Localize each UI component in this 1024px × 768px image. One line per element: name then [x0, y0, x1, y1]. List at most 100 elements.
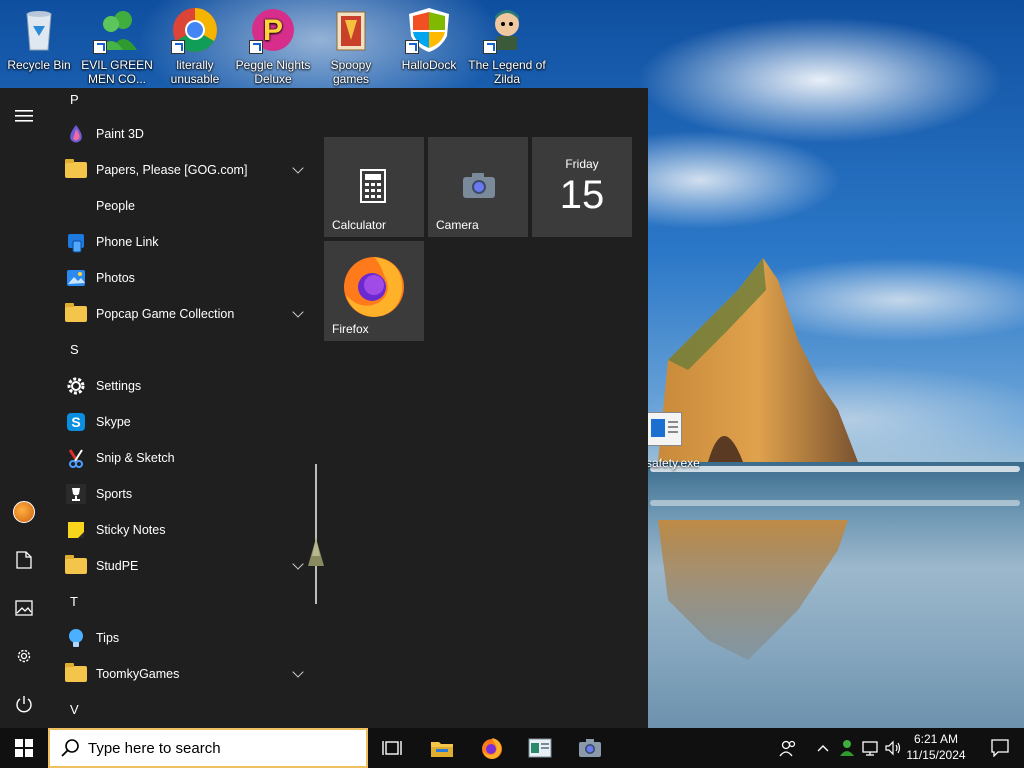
- desktop-icon-legend-of-zilda[interactable]: The Legend of Zilda: [468, 6, 546, 86]
- section-header-v[interactable]: V: [52, 692, 308, 728]
- app-paint-3d[interactable]: Paint 3D: [52, 116, 308, 152]
- app-sticky-notes[interactable]: Sticky Notes: [52, 512, 308, 548]
- application-window-icon: [528, 738, 552, 758]
- tile-calendar[interactable]: Friday 15: [532, 137, 632, 237]
- clock[interactable]: 6:21 AM 11/15/2024: [900, 731, 972, 763]
- start-rail: [0, 88, 48, 728]
- documents-button[interactable]: [0, 536, 48, 584]
- network-button[interactable]: [860, 728, 882, 768]
- section-header-s[interactable]: S: [52, 332, 308, 368]
- pictures-button[interactable]: [0, 584, 48, 632]
- app-label: Popcap Game Collection: [96, 307, 235, 321]
- desktop-icon-label: Spoopy games: [330, 58, 372, 86]
- app-photos[interactable]: Photos: [52, 260, 308, 296]
- desktop-icon-evil-green-men[interactable]: EVIL GREEN MEN CO...: [78, 6, 156, 86]
- taskbar-file-explorer[interactable]: [420, 728, 464, 768]
- start-button[interactable]: [0, 728, 48, 768]
- clock-time: 6:21 AM: [913, 732, 959, 746]
- desktop-icon-hallodock[interactable]: HalloDock: [390, 6, 468, 72]
- camera-icon: [463, 173, 495, 198]
- app-skype[interactable]: S Skype: [52, 404, 308, 440]
- task-view-button[interactable]: [372, 728, 412, 768]
- tile-firefox[interactable]: Firefox: [324, 241, 424, 341]
- tips-icon: [64, 626, 88, 650]
- network-icon: [862, 741, 878, 756]
- action-center-button[interactable]: [976, 728, 1024, 768]
- user-account-button[interactable]: [0, 488, 48, 536]
- chevron-down-icon[interactable]: [292, 306, 304, 318]
- desktop-icon-label: literally unusable: [170, 58, 220, 86]
- app-label: Photos: [96, 271, 135, 285]
- photos-icon: [64, 266, 88, 290]
- firefox-icon: [344, 257, 404, 317]
- chevron-down-icon[interactable]: [292, 666, 304, 678]
- desktop-icon-label: HalloDock: [401, 58, 457, 72]
- shortcut-arrow-icon: [249, 40, 263, 54]
- app-label: Phone Link: [96, 235, 159, 249]
- taskbar: 6:21 AM 11/15/2024: [0, 728, 1024, 768]
- desktop-icon-peggle-nights[interactable]: P Peggle Nights Deluxe: [234, 6, 312, 86]
- app-label: StudPE: [96, 559, 139, 573]
- app-papers-please-folder[interactable]: Papers, Please [GOG.com]: [52, 152, 308, 188]
- app-label: Snip & Sketch: [96, 451, 175, 465]
- desktop-icon-safety-exe[interactable]: safety.exe: [646, 412, 704, 470]
- clock-date: 11/15/2024: [906, 748, 966, 762]
- tile-camera[interactable]: Camera: [428, 137, 528, 237]
- cursor-sprite: [308, 538, 324, 566]
- app-people[interactable]: People: [52, 188, 308, 224]
- app-label: ToomkyGames: [96, 667, 180, 681]
- taskbar-firefox[interactable]: [470, 728, 514, 768]
- show-hidden-icons-button[interactable]: [812, 728, 834, 768]
- desktop-icon-label: Recycle Bin: [7, 58, 71, 72]
- calendar-date: 15: [559, 173, 605, 217]
- green-people-icon: [840, 740, 854, 756]
- recycle-bin-icon: [15, 6, 63, 54]
- hamburger-icon: [15, 110, 33, 122]
- power-button[interactable]: [0, 680, 48, 728]
- calculator-icon: [360, 169, 386, 203]
- desktop-icon-label: safety.exe: [646, 456, 700, 470]
- folder-icon: [64, 662, 88, 686]
- taskbar-camera[interactable]: [568, 728, 612, 768]
- app-studpe-folder[interactable]: StudPE: [52, 548, 308, 584]
- shortcut-arrow-icon: [483, 40, 497, 54]
- power-icon: [16, 696, 32, 713]
- settings-button[interactable]: [0, 632, 48, 680]
- task-view-icon: [382, 741, 402, 755]
- app-snip-sketch[interactable]: Snip & Sketch: [52, 440, 308, 476]
- section-header-t[interactable]: T: [52, 584, 308, 620]
- desktop-icon-literally-unusable[interactable]: literally unusable: [156, 6, 234, 86]
- desktop-icon-recycle-bin[interactable]: Recycle Bin: [0, 6, 78, 72]
- app-list[interactable]: P Paint 3D Papers, Please [GOG.com] Peop…: [52, 88, 308, 728]
- app-popcap-folder[interactable]: Popcap Game Collection: [52, 296, 308, 332]
- notification-icon: [991, 739, 1009, 757]
- desktop-icon-spoopy-games[interactable]: Spoopy games: [312, 6, 390, 86]
- windows-logo-icon: [15, 739, 33, 757]
- tile-calculator[interactable]: Calculator: [324, 137, 424, 237]
- chevron-up-icon: [817, 745, 829, 752]
- gear-icon: [64, 374, 88, 398]
- svg-text:P: P: [263, 14, 283, 47]
- app-phone-link[interactable]: Phone Link: [52, 224, 308, 260]
- search-input[interactable]: [88, 739, 358, 757]
- chevron-down-icon[interactable]: [292, 162, 304, 174]
- people-button[interactable]: [774, 728, 802, 768]
- expand-menu-button[interactable]: [0, 92, 48, 140]
- taskbar-app-window[interactable]: [518, 728, 562, 768]
- tile-label: Camera: [436, 218, 479, 232]
- app-label: Sports: [96, 487, 133, 501]
- app-tips[interactable]: Tips: [52, 620, 308, 656]
- app-sports[interactable]: Sports: [52, 476, 308, 512]
- chevron-down-icon[interactable]: [292, 558, 304, 570]
- sticky-notes-icon: [64, 518, 88, 542]
- app-list-scrollbar[interactable]: [315, 464, 317, 604]
- app-toomkygames-folder[interactable]: ToomkyGames: [52, 656, 308, 692]
- start-menu: P Paint 3D Papers, Please [GOG.com] Peop…: [0, 88, 648, 728]
- firefox-icon: [482, 738, 502, 759]
- exe-file-icon: [646, 412, 682, 446]
- search-box[interactable]: [48, 728, 368, 768]
- app-settings[interactable]: Settings: [52, 368, 308, 404]
- desktop-icon-label: Peggle Nights Deluxe: [235, 58, 311, 86]
- tray-green-app[interactable]: [836, 728, 858, 768]
- chrome-icon: [171, 6, 219, 54]
